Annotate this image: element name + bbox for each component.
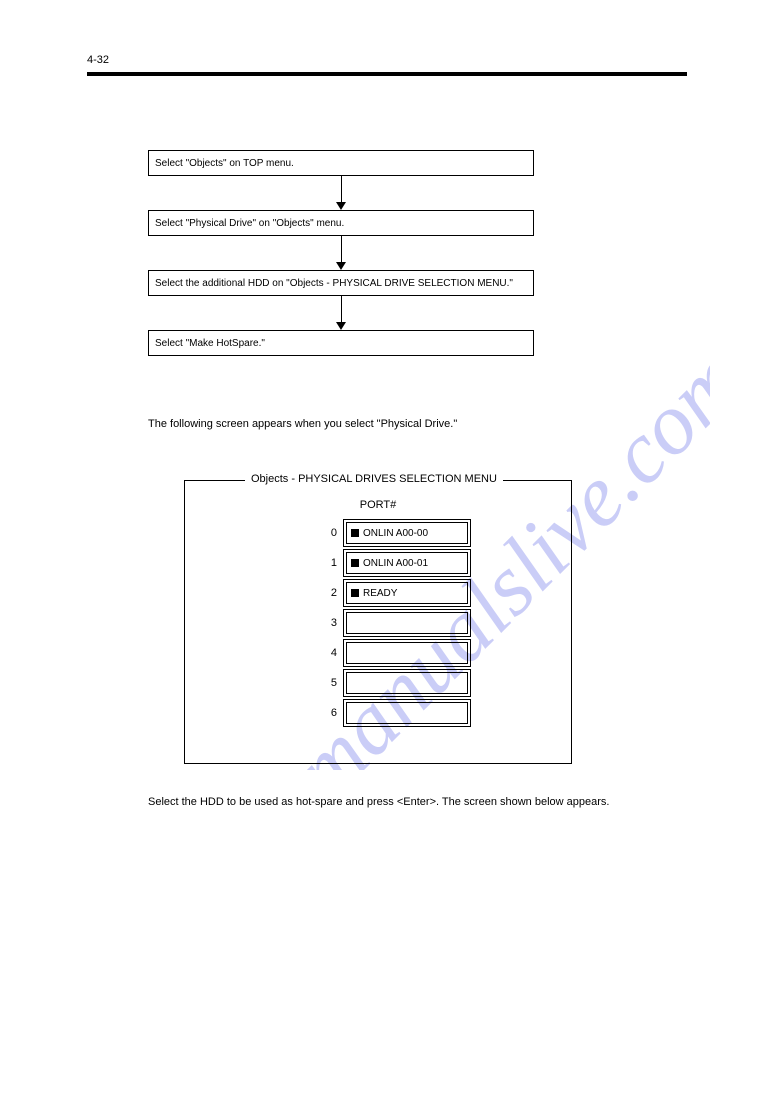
drive-status-label: ONLIN A00-00 (363, 528, 428, 539)
drive-slot: ONLIN A00-00 (343, 519, 471, 547)
figure-title: Objects - PHYSICAL DRIVES SELECTION MENU (245, 473, 503, 485)
flow-step-2: Select "Physical Drive" on "Objects" men… (148, 210, 534, 236)
drive-port-number: 5 (313, 677, 337, 689)
flow-step-1: Select "Objects" on TOP menu. (148, 150, 534, 176)
drive-row: 2 READY (313, 579, 471, 607)
flow-step-3: Select the additional HDD on "Objects - … (148, 270, 534, 296)
drive-slot (343, 669, 471, 697)
drive-port-number: 0 (313, 527, 337, 539)
header-page-number: 4-32 (87, 54, 109, 66)
drive-row: 1 ONLIN A00-01 (313, 549, 471, 577)
flow-arrow (148, 296, 534, 330)
drive-port-number: 2 (313, 587, 337, 599)
drive-slot (343, 609, 471, 637)
drive-row: 4 (313, 639, 471, 667)
flow-chart: Select "Objects" on TOP menu. Select "Ph… (148, 150, 534, 356)
drive-row: 5 (313, 669, 471, 697)
drive-slot (343, 699, 471, 727)
flow-step-4: Select "Make HotSpare." (148, 330, 534, 356)
paragraph-1: The following screen appears when you se… (148, 416, 674, 433)
drive-port-number: 3 (313, 617, 337, 629)
flow-arrow (148, 176, 534, 210)
paragraph-2: Select the HDD to be used as hot-spare a… (148, 794, 674, 811)
drive-status-label: ONLIN A00-01 (363, 558, 428, 569)
drive-slot: ONLIN A00-01 (343, 549, 471, 577)
status-marker-icon (351, 529, 359, 537)
flow-arrow (148, 236, 534, 270)
status-marker-icon (351, 589, 359, 597)
drive-port-number: 4 (313, 647, 337, 659)
drive-status-label: READY (363, 588, 397, 599)
drive-row: 6 (313, 699, 471, 727)
drive-row: 0 ONLIN A00-00 (313, 519, 471, 547)
drive-slot: READY (343, 579, 471, 607)
drive-selection-figure: Objects - PHYSICAL DRIVES SELECTION MENU… (184, 480, 572, 764)
drive-port-number: 1 (313, 557, 337, 569)
status-marker-icon (351, 559, 359, 567)
drive-port-number: 6 (313, 707, 337, 719)
port-column-label: PORT# (185, 499, 571, 511)
drive-list: 0 ONLIN A00-00 1 ONLIN A00-01 2 READY 3 … (313, 519, 471, 729)
drive-row: 3 (313, 609, 471, 637)
header-rule (87, 72, 687, 76)
page-header: 4-32 (87, 50, 687, 76)
drive-slot (343, 639, 471, 667)
